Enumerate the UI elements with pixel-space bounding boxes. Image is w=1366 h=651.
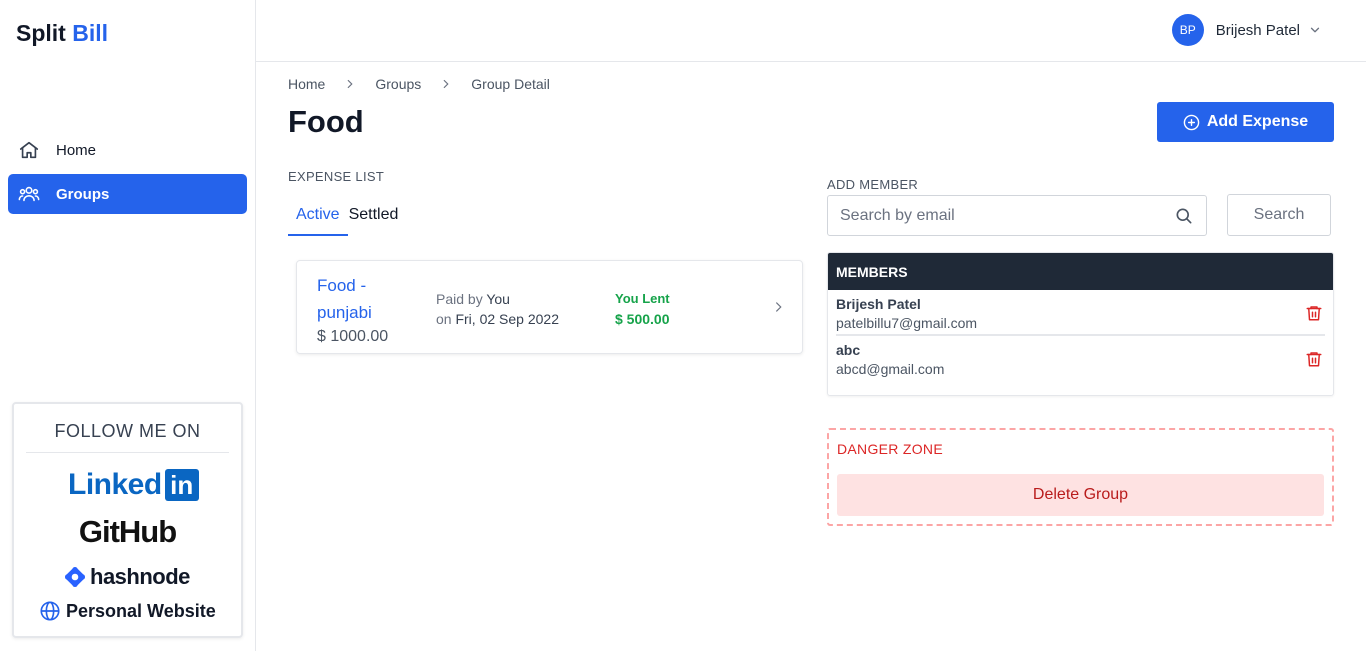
top-header: BP Brijesh Patel bbox=[256, 0, 1366, 62]
trash-icon[interactable] bbox=[1305, 350, 1323, 368]
sidebar-item-home[interactable]: Home bbox=[8, 130, 247, 170]
users-icon bbox=[18, 186, 40, 202]
member-email: abcd@gmail.com bbox=[836, 361, 945, 377]
follow-me-card: FOLLOW ME ON Linked in GitHub hashnode P… bbox=[12, 402, 243, 638]
member-search-box bbox=[827, 195, 1207, 236]
chevron-right-icon bbox=[443, 79, 449, 89]
linkedin-logo-text: Linked bbox=[68, 468, 162, 501]
expense-tabs: Active Settled bbox=[288, 198, 406, 236]
expense-date: Fri, 02 Sep 2022 bbox=[455, 311, 559, 327]
logo-accent-text: Bill bbox=[72, 20, 109, 46]
list-item: abc abcd@gmail.com bbox=[836, 336, 1325, 382]
member-name: abc bbox=[836, 342, 861, 358]
follow-title: FOLLOW ME ON bbox=[54, 421, 201, 441]
github-link[interactable]: GitHub bbox=[14, 514, 241, 550]
linkedin-logo-box: in bbox=[164, 469, 199, 501]
breadcrumb-home[interactable]: Home bbox=[288, 76, 325, 92]
breadcrumb: Home Groups Group Detail bbox=[288, 76, 550, 92]
breadcrumb-group-detail: Group Detail bbox=[471, 76, 550, 92]
add-expense-button[interactable]: Add Expense bbox=[1157, 102, 1334, 142]
linkedin-link[interactable]: Linked in bbox=[68, 468, 199, 502]
page-title: Food bbox=[288, 104, 364, 139]
paid-by: You bbox=[486, 291, 510, 307]
members-panel: MEMBERS Brijesh Patel patelbillu7@gmail.… bbox=[827, 252, 1334, 396]
logo-text: Split bbox=[16, 20, 66, 46]
globe-icon bbox=[40, 601, 60, 621]
expense-name[interactable]: Food - punjabi bbox=[317, 272, 407, 326]
list-item: Brijesh Patel patelbillu7@gmail.com bbox=[836, 290, 1325, 336]
add-member-label: ADD MEMBER bbox=[827, 177, 919, 192]
divider bbox=[26, 452, 229, 453]
user-menu[interactable]: BP Brijesh Patel bbox=[1171, 14, 1322, 46]
danger-zone: DANGER ZONE Delete Group bbox=[827, 428, 1334, 526]
personal-website-link[interactable]: Personal Website bbox=[39, 600, 216, 622]
delete-group-button[interactable]: Delete Group bbox=[837, 474, 1324, 516]
home-icon bbox=[19, 141, 39, 159]
plus-circle-icon bbox=[1183, 114, 1200, 130]
member-name: Brijesh Patel bbox=[836, 296, 921, 312]
breadcrumb-groups[interactable]: Groups bbox=[375, 76, 421, 92]
tab-settled[interactable]: Settled bbox=[348, 198, 407, 236]
hashnode-icon bbox=[64, 566, 86, 588]
chevron-right-icon bbox=[776, 302, 782, 312]
expense-amount: $ 1000.00 bbox=[317, 328, 389, 345]
tab-active[interactable]: Active bbox=[288, 198, 348, 236]
website-label: Personal Website bbox=[66, 600, 216, 621]
expense-status: You Lent $ 500.00 bbox=[615, 289, 670, 329]
search-button[interactable]: Search bbox=[1227, 194, 1331, 236]
search-icon[interactable] bbox=[1174, 206, 1194, 226]
member-email: patelbillu7@gmail.com bbox=[836, 315, 978, 331]
sidebar: Split Bill Home Groups FOLLOW ME ON Link… bbox=[0, 0, 256, 651]
chevron-right-icon bbox=[348, 79, 353, 89]
danger-zone-title: DANGER ZONE bbox=[837, 441, 943, 457]
hashnode-link[interactable]: hashnode bbox=[64, 564, 190, 590]
expense-list-label: EXPENSE LIST bbox=[288, 169, 385, 184]
app-logo[interactable]: Split Bill bbox=[16, 20, 108, 47]
expense-paid-info: Paid by You on Fri, 02 Sep 2022 bbox=[436, 289, 559, 329]
status-amount: $ 500.00 bbox=[615, 311, 670, 327]
search-input[interactable] bbox=[840, 206, 1174, 225]
trash-icon[interactable] bbox=[1305, 304, 1323, 322]
chevron-down-icon bbox=[1310, 27, 1320, 33]
sidebar-item-groups[interactable]: Groups bbox=[8, 174, 247, 214]
paid-prefix: Paid by bbox=[436, 291, 483, 307]
hashnode-label: hashnode bbox=[90, 564, 190, 589]
expense-card[interactable]: Food - punjabi $ 1000.00 Paid by You on … bbox=[296, 260, 803, 354]
user-name: Brijesh Patel bbox=[1215, 21, 1300, 39]
date-prefix: on bbox=[436, 311, 452, 327]
status-label: You Lent bbox=[615, 291, 670, 306]
sidebar-item-label: Home bbox=[56, 141, 97, 159]
add-expense-label: Add Expense bbox=[1206, 113, 1309, 130]
avatar: BP bbox=[1171, 14, 1204, 46]
members-header: MEMBERS bbox=[828, 253, 1333, 290]
sidebar-item-label: Groups bbox=[56, 185, 110, 203]
